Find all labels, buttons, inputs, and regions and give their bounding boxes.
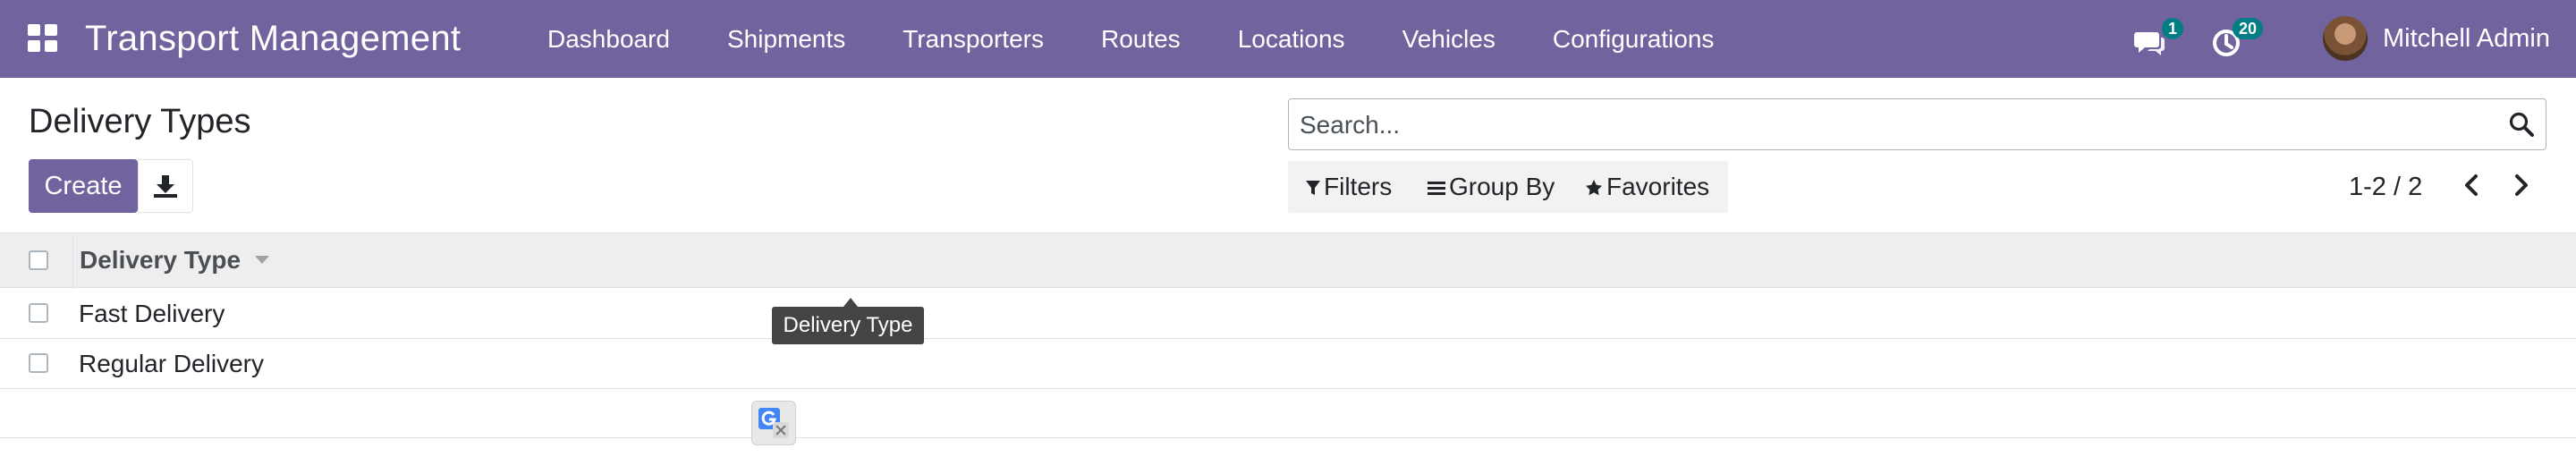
menu-vehicles[interactable]: Vehicles [1374, 0, 1524, 78]
avatar[interactable] [2323, 16, 2368, 61]
group-by-button[interactable]: Group By [1428, 161, 1555, 213]
chat-icon [2134, 32, 2165, 55]
table-row[interactable]: Regular Delivery [0, 339, 2576, 389]
list-icon [1428, 182, 1445, 195]
activities-count-badge: 20 [2233, 18, 2264, 39]
table-row[interactable]: Fast Delivery [0, 289, 2576, 339]
chevron-left-icon[interactable] [2459, 172, 2486, 199]
select-all-checkbox[interactable] [29, 250, 48, 270]
star-icon [1586, 180, 1602, 196]
download-icon [154, 175, 177, 198]
search-placeholder: Search... [1300, 111, 1401, 139]
user-menu-name[interactable]: Mitchell Admin [2383, 20, 2550, 57]
main-menu: Dashboard Shipments Transporters Routes … [519, 0, 1742, 78]
chevron-right-icon[interactable] [2507, 172, 2534, 199]
group-by-label: Group By [1449, 173, 1555, 200]
export-button[interactable] [138, 159, 193, 213]
row-checkbox[interactable] [29, 303, 48, 323]
create-button[interactable]: Create [29, 159, 138, 213]
column-header-delivery-type[interactable]: Delivery Type [80, 242, 241, 278]
search-icon[interactable] [2508, 111, 2535, 138]
list-header: Delivery Type [0, 233, 2576, 289]
sort-caret-icon [255, 256, 269, 264]
menu-locations[interactable]: Locations [1209, 0, 1374, 78]
menu-shipments[interactable]: Shipments [699, 0, 874, 78]
column-separator [72, 233, 73, 289]
menu-configurations[interactable]: Configurations [1524, 0, 1743, 78]
pager-value[interactable]: 1-2 / 2 [2349, 167, 2422, 207]
menu-dashboard[interactable]: Dashboard [519, 0, 699, 78]
menu-transporters[interactable]: Transporters [874, 0, 1072, 78]
filters-button[interactable]: Filters [1306, 161, 1392, 213]
menu-routes[interactable]: Routes [1072, 0, 1209, 78]
apps-grid-icon[interactable] [28, 24, 58, 53]
translate-glyph-icon [758, 408, 789, 438]
filters-label: Filters [1324, 173, 1393, 200]
row-checkbox[interactable] [29, 353, 48, 373]
translate-icon[interactable] [751, 401, 796, 445]
search-input[interactable]: Search... [1288, 98, 2546, 150]
row-delivery-type: Fast Delivery [79, 300, 225, 327]
favorites-button[interactable]: Favorites [1585, 161, 1709, 213]
row-delivery-type: Regular Delivery [79, 350, 264, 377]
search-options-bar: Filters Group By Favorites [1288, 161, 1728, 213]
empty-row [0, 389, 2576, 438]
activities-button[interactable]: 20 [2209, 18, 2264, 59]
page-title: Delivery Types [29, 103, 251, 140]
messages-count-badge: 1 [2162, 18, 2184, 39]
top-navbar: Transport Management Dashboard Shipments… [0, 0, 2576, 78]
tooltip: Delivery Type [772, 298, 924, 344]
app-title[interactable]: Transport Management [85, 16, 461, 61]
filter-icon [1306, 181, 1320, 195]
messages-button[interactable]: 1 [2133, 18, 2187, 59]
favorites-label: Favorites [1606, 173, 1710, 200]
